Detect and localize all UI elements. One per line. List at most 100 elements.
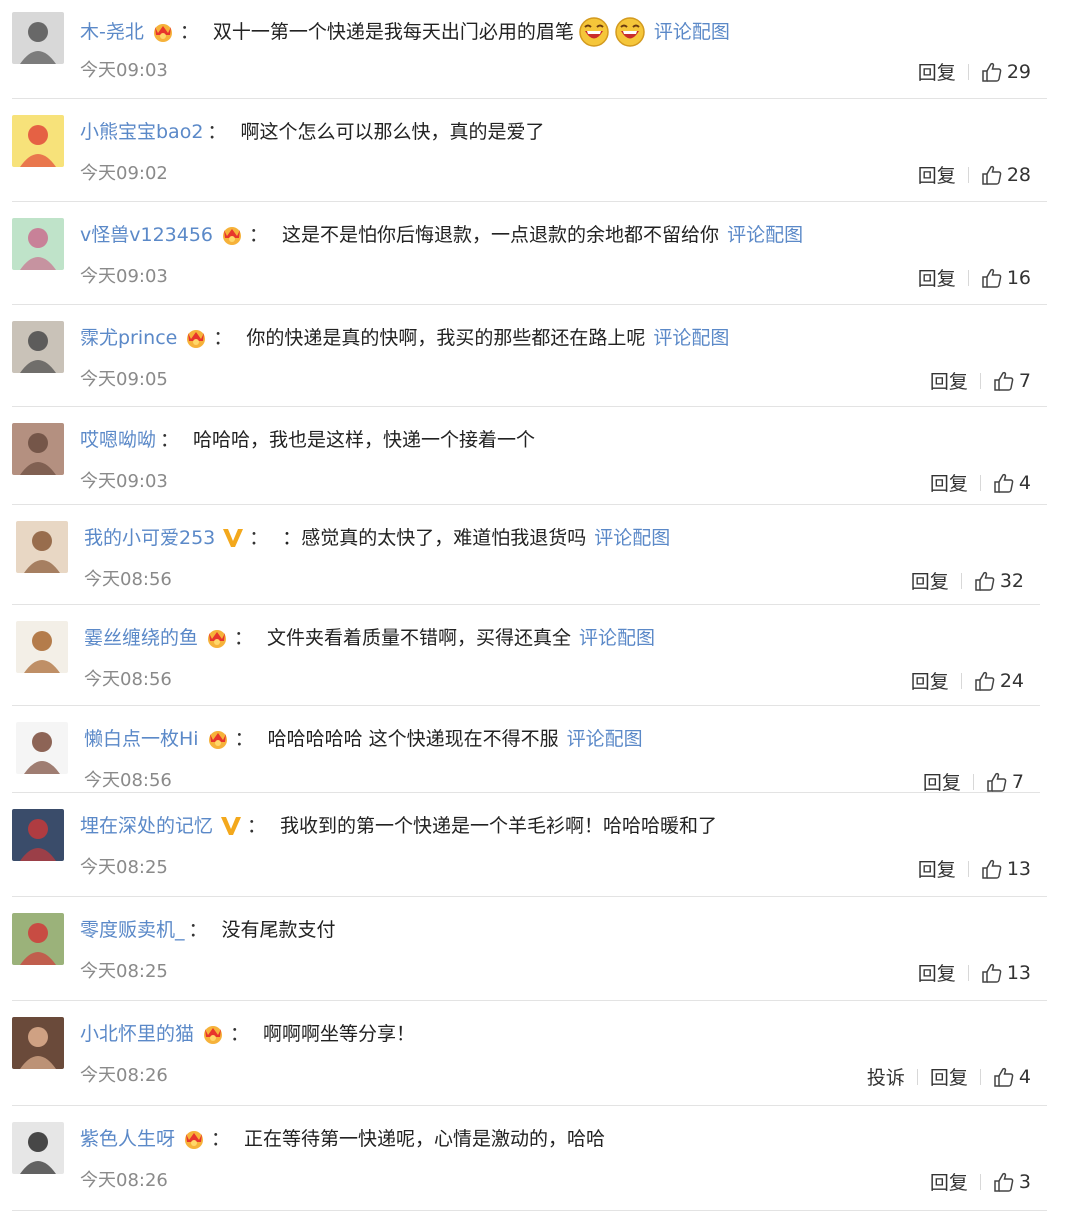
like-button[interactable]: 16 <box>969 267 1031 289</box>
username-link[interactable]: 哎嗯呦呦 <box>80 427 156 453</box>
comment-line: 我的小可爱253 ： ：感觉真的太快了，难道怕我退货吗 评论配图 <box>84 525 670 551</box>
comment-text: 正在等待第一快递呢，心情是激动的，哈哈 <box>244 1128 606 1150</box>
comment-actions: 回复 28 <box>906 161 1031 188</box>
comment-text: 这是不是怕你后悔退款，一点退款的余地都不留给你 <box>282 224 720 246</box>
reply-button[interactable]: 回复 <box>906 264 968 291</box>
avatar[interactable] <box>12 321 64 373</box>
reply-button[interactable]: 回复 <box>918 1063 980 1090</box>
like-count: 3 <box>1018 1170 1031 1193</box>
avatar[interactable] <box>16 621 68 673</box>
username-link[interactable]: 木-尧北 <box>80 19 144 45</box>
comment-item: 我的小可爱253 ： ：感觉真的太快了，难道怕我退货吗 评论配图 今天08:56 回复 32 <box>0 509 1076 605</box>
colon-separator: ： <box>188 919 208 941</box>
comment-line: 紫色人生呀 ： 正在等待第一快递呢，心情是激动的，哈哈 <box>80 1126 605 1152</box>
row-divider <box>12 504 1047 505</box>
laughing-emoji-icon <box>578 16 610 48</box>
avatar[interactable] <box>12 12 64 64</box>
avatar[interactable] <box>16 722 68 774</box>
row-divider <box>12 201 1047 202</box>
reply-button[interactable]: 回复 <box>911 768 973 795</box>
username-link[interactable]: 霎丝缠绕的鱼 <box>84 625 198 651</box>
comment-line: 埋在深处的记忆 ： 我收到的第一个快递是一个羊毛衫啊！哈哈哈暖和了 <box>80 813 717 839</box>
like-button[interactable]: 24 <box>962 670 1024 692</box>
reply-button[interactable]: 回复 <box>899 567 961 594</box>
v-icon <box>219 814 243 838</box>
thumbs-up-icon <box>993 1171 1019 1193</box>
comment-line: 霂尤prince ： 你的快递是真的快啊，我买的那些都还在路上呢 评论配图 <box>80 325 729 351</box>
like-button[interactable]: 13 <box>969 858 1031 880</box>
username-link[interactable]: v怪兽v123456 <box>80 222 213 248</box>
like-button[interactable]: 28 <box>969 164 1031 186</box>
avatar[interactable] <box>12 809 64 861</box>
timestamp: 今天08:26 <box>80 1065 168 1086</box>
reply-button[interactable]: 回复 <box>918 367 980 394</box>
avatar[interactable] <box>12 218 64 270</box>
row-divider <box>12 1000 1047 1001</box>
comment-text: 哈哈哈哈哈 这个快递现在不得不服 <box>267 728 559 750</box>
like-count: 13 <box>1006 857 1031 880</box>
reply-button[interactable]: 回复 <box>906 855 968 882</box>
avatar[interactable] <box>12 1122 64 1174</box>
avatar[interactable] <box>12 913 64 965</box>
comment-text: 啊啊啊坐等分享！ <box>263 1023 416 1045</box>
reply-button[interactable]: 回复 <box>918 469 980 496</box>
like-button[interactable]: 29 <box>969 61 1031 83</box>
avatar[interactable] <box>12 423 64 475</box>
colon-separator: ： <box>249 527 269 549</box>
username-link[interactable]: 埋在深处的记忆 <box>80 813 213 839</box>
like-button[interactable]: 4 <box>981 1066 1031 1088</box>
username-link[interactable]: 我的小可爱253 <box>84 525 215 551</box>
crown-icon <box>183 327 209 349</box>
comment-image-link[interactable]: 评论配图 <box>567 726 643 752</box>
comment-image-link[interactable]: 评论配图 <box>653 325 729 351</box>
comment-actions: 回复 7 <box>911 768 1024 795</box>
timestamp: 今天09:03 <box>80 266 168 287</box>
comment-image-link[interactable]: 评论配图 <box>654 19 730 45</box>
comment-actions: 回复 13 <box>906 855 1031 882</box>
comment-item: 零度贩卖机_： 没有尾款支付 今天08:25 回复 13 <box>0 901 1076 1001</box>
colon-separator: ： <box>207 121 227 143</box>
username-link[interactable]: 小熊宝宝bao2 <box>80 119 203 145</box>
like-button[interactable]: 4 <box>981 472 1031 494</box>
comment-actions: 回复 24 <box>899 667 1024 694</box>
comment-text: 啊这个怎么可以那么快，真的是爱了 <box>240 121 545 143</box>
crown-icon <box>205 728 231 750</box>
comment-image-link[interactable]: 评论配图 <box>579 625 655 651</box>
timestamp: 今天08:25 <box>80 857 168 878</box>
avatar[interactable] <box>12 115 64 167</box>
like-count: 13 <box>1006 961 1031 984</box>
reply-button[interactable]: 回复 <box>906 58 968 85</box>
reply-button[interactable]: 回复 <box>906 161 968 188</box>
like-button[interactable]: 32 <box>962 570 1024 592</box>
timestamp: 今天09:05 <box>80 369 168 390</box>
like-button[interactable]: 3 <box>981 1171 1031 1193</box>
colon-separator: ： <box>160 429 180 451</box>
like-button[interactable]: 7 <box>981 370 1031 392</box>
comment-item: 霂尤prince ： 你的快递是真的快啊，我买的那些都还在路上呢 评论配图 今天09:0… <box>0 309 1076 407</box>
comment-actions: 回复 3 <box>918 1168 1031 1195</box>
avatar[interactable] <box>16 521 68 573</box>
timestamp: 今天08:56 <box>84 770 172 791</box>
report-button[interactable]: 投诉 <box>855 1063 917 1090</box>
comment-item: 紫色人生呀 ： 正在等待第一快递呢，心情是激动的，哈哈 今天08:26 回复 3 <box>0 1110 1076 1211</box>
comment-actions: 回复 7 <box>918 367 1031 394</box>
comment-item: 懒白点一枚Hi ： 哈哈哈哈哈 这个快递现在不得不服 评论配图 今天08:56 回复 7 <box>0 710 1076 795</box>
username-link[interactable]: 小北怀里的猫 <box>80 1021 194 1047</box>
timestamp: 今天08:56 <box>84 569 172 590</box>
username-link[interactable]: 懒白点一枚Hi <box>84 726 199 752</box>
like-button[interactable]: 7 <box>974 771 1024 793</box>
like-count: 7 <box>1011 770 1024 793</box>
thumbs-up-icon <box>974 570 1000 592</box>
like-button[interactable]: 13 <box>969 962 1031 984</box>
comment-line: 零度贩卖机_： 没有尾款支付 <box>80 917 336 943</box>
colon-separator: ： <box>213 327 233 349</box>
username-link[interactable]: 紫色人生呀 <box>80 1126 175 1152</box>
avatar[interactable] <box>12 1017 64 1069</box>
comment-image-link[interactable]: 评论配图 <box>594 525 670 551</box>
username-link[interactable]: 零度贩卖机_ <box>80 917 185 943</box>
username-link[interactable]: 霂尤prince <box>80 325 177 351</box>
comment-image-link[interactable]: 评论配图 <box>727 222 803 248</box>
reply-button[interactable]: 回复 <box>899 667 961 694</box>
reply-button[interactable]: 回复 <box>918 1168 980 1195</box>
reply-button[interactable]: 回复 <box>906 959 968 986</box>
